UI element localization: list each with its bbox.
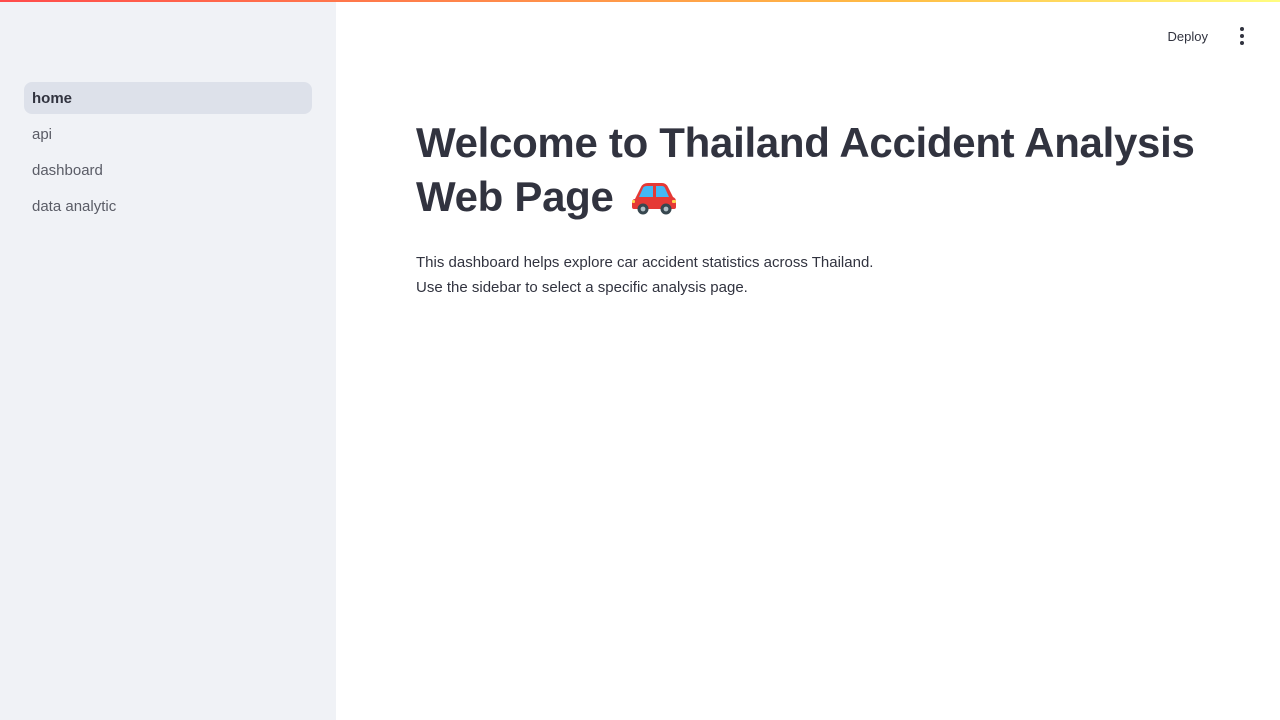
header-actions: Deploy [1164,22,1256,50]
top-decoration-bar [0,0,1280,2]
description-line: This dashboard helps explore car acciden… [416,254,874,271]
more-vertical-icon[interactable] [1228,22,1256,50]
sidebar-item-label: home [32,89,73,107]
description-line: Use the sidebar to select a specific ana… [416,279,748,296]
sidebar-item-label: data analytic [32,197,117,215]
deploy-button[interactable]: Deploy [1164,25,1212,48]
main-content: Welcome to Thailand Accident Analysis We… [416,116,1216,300]
sidebar-item-label: api [32,125,53,143]
page-title: Welcome to Thailand Accident Analysis We… [416,116,1216,228]
sidebar: home api dashboard data analytic [0,0,336,720]
sidebar-item-api[interactable]: api [24,118,312,150]
sidebar-nav: home api dashboard data analytic [24,82,312,226]
car-icon [631,174,677,228]
page-title-text: Welcome to Thailand Accident Analysis We… [416,119,1195,220]
sidebar-item-home[interactable]: home [24,82,312,114]
page-description: This dashboard helps explore car acciden… [416,250,1216,300]
sidebar-item-dashboard[interactable]: dashboard [24,154,312,186]
sidebar-item-data-analytic[interactable]: data analytic [24,190,312,222]
sidebar-item-label: dashboard [32,161,103,179]
